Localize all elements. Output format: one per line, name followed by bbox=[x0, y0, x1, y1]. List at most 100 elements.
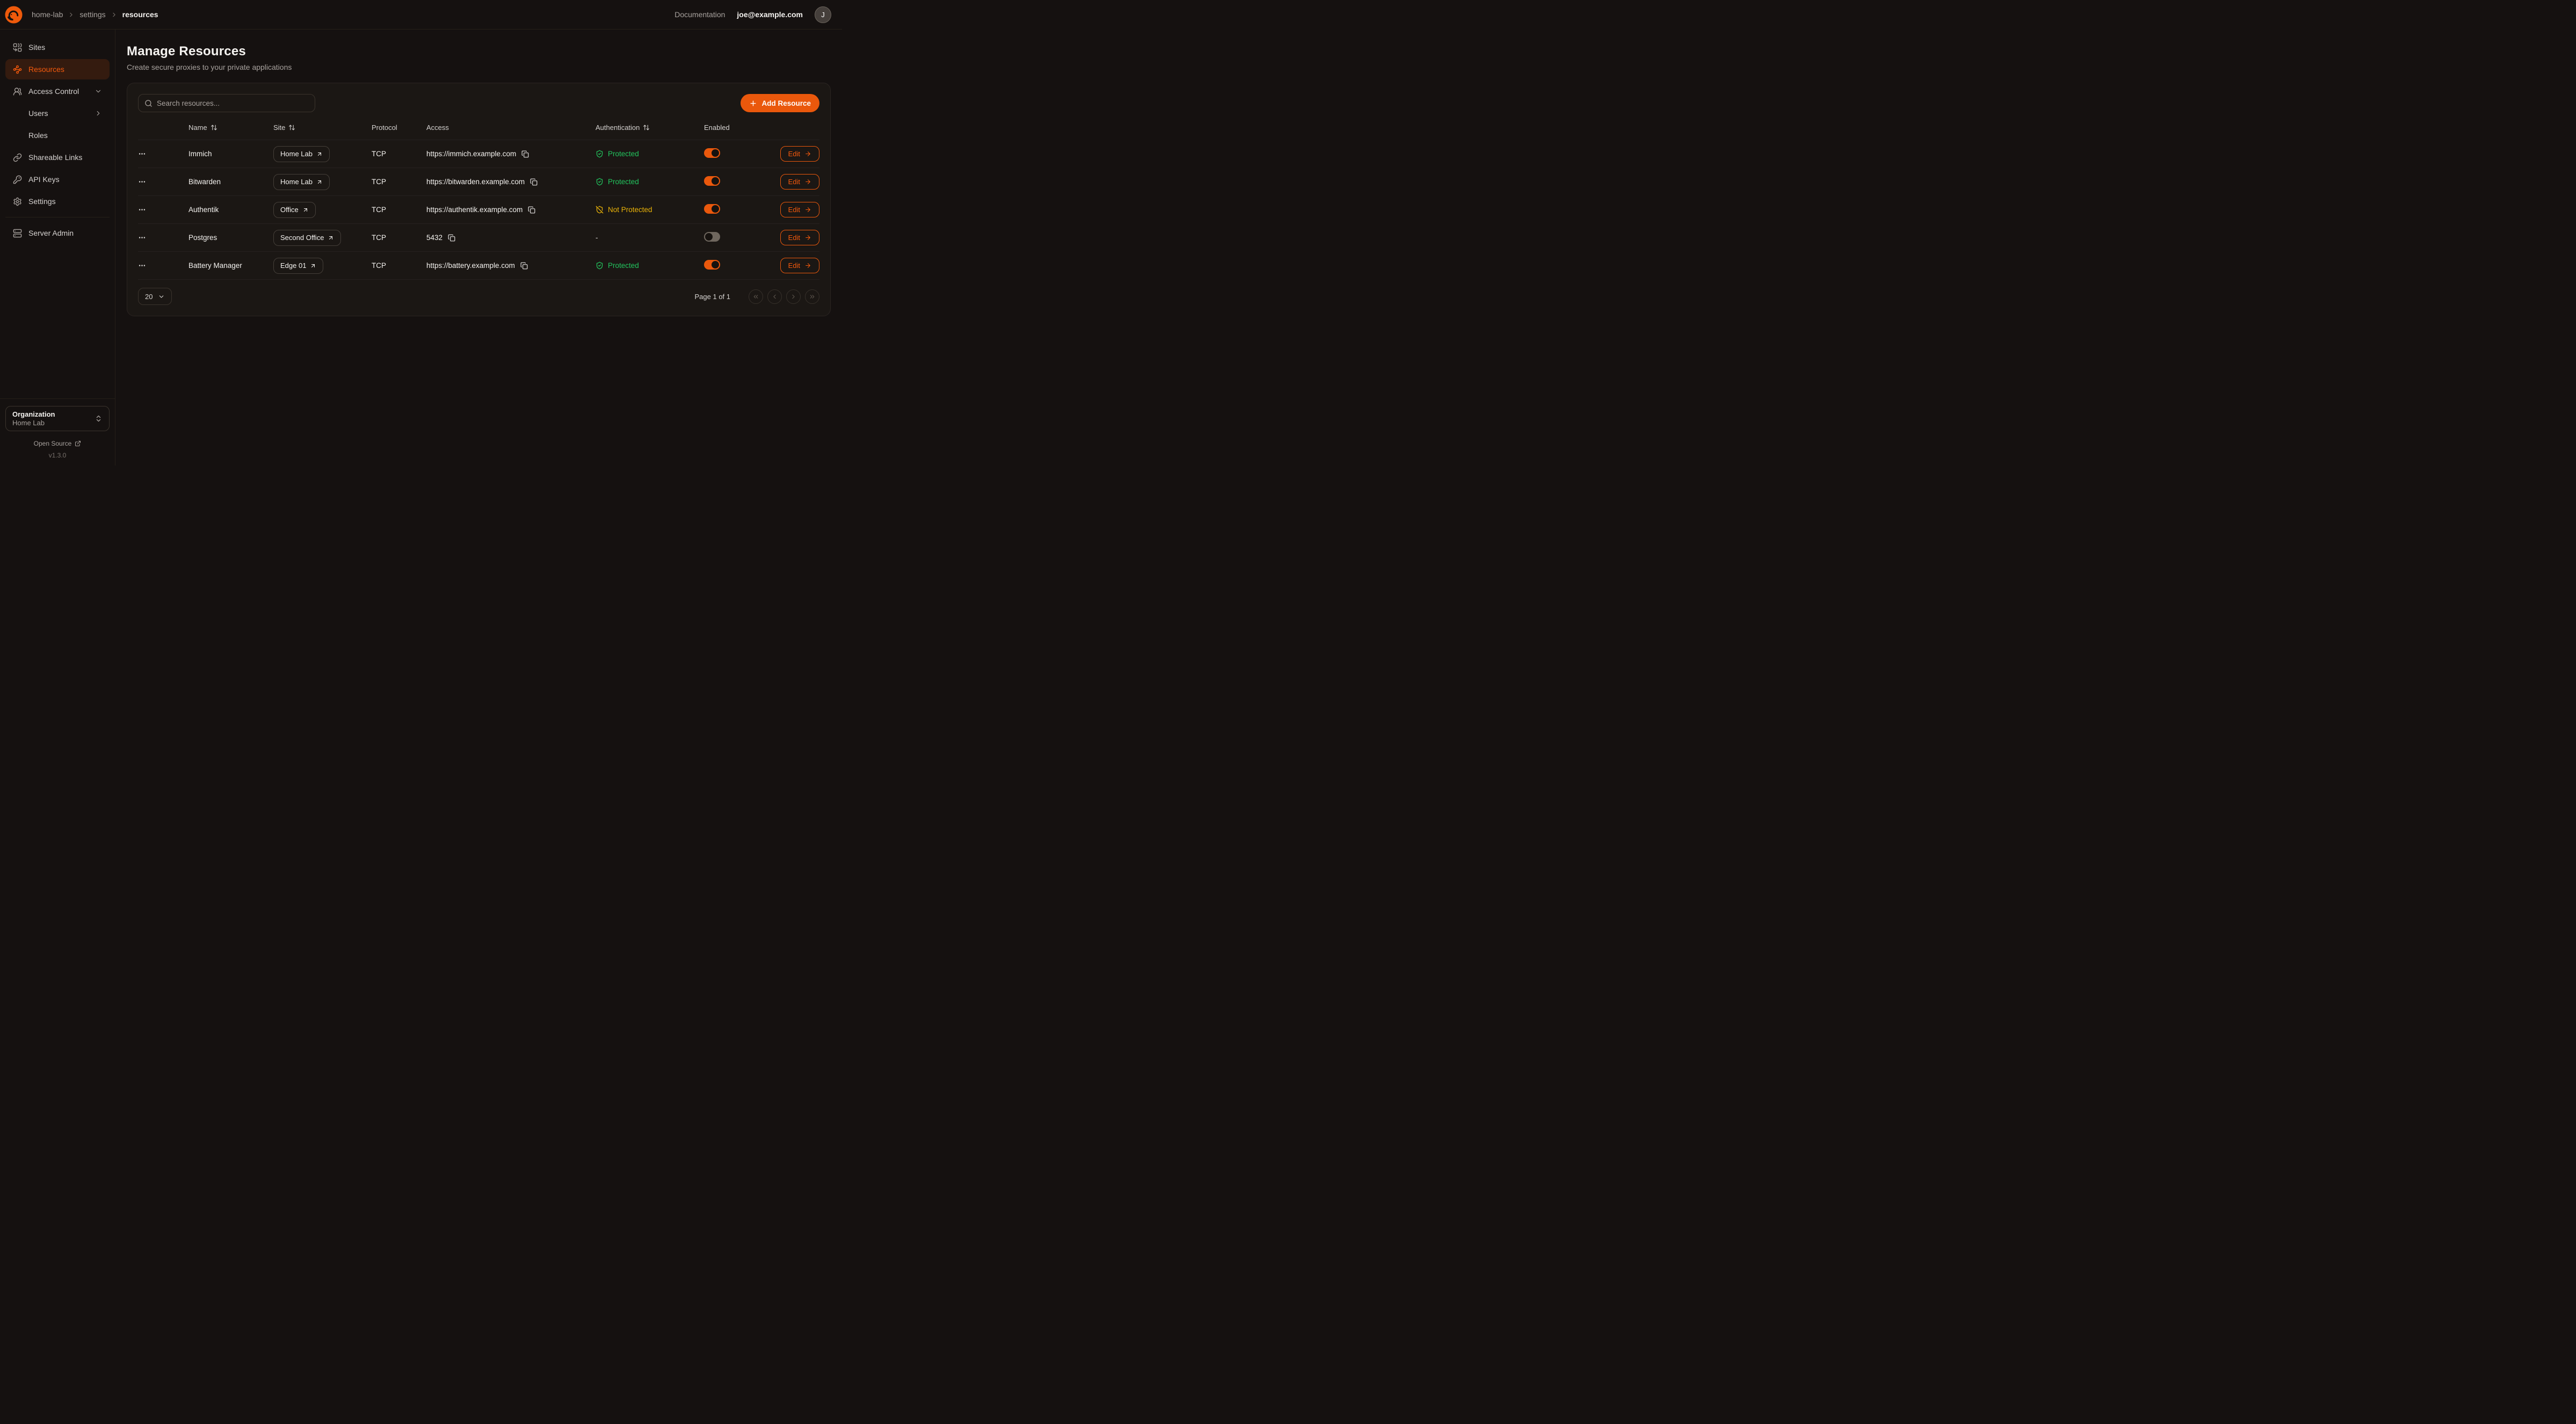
site-link-chip[interactable]: Home Lab bbox=[273, 146, 330, 162]
enabled-toggle[interactable] bbox=[704, 148, 720, 158]
site-link-chip[interactable]: Office bbox=[273, 202, 316, 218]
authentication-label: Protected bbox=[608, 178, 639, 186]
column-header-site[interactable]: Site bbox=[273, 123, 372, 132]
resource-name: Immich bbox=[188, 150, 273, 158]
chevron-right-icon bbox=[111, 11, 118, 18]
last-page-button[interactable] bbox=[805, 289, 819, 304]
enabled-cell bbox=[704, 232, 778, 243]
table-header-row: Name Site Protocol Access bbox=[138, 115, 819, 140]
authentication-label: - bbox=[596, 234, 598, 242]
gear-icon bbox=[13, 197, 22, 206]
copy-button[interactable] bbox=[528, 206, 535, 214]
copy-button[interactable] bbox=[521, 150, 529, 158]
link-icon bbox=[13, 153, 22, 162]
edit-button[interactable]: Edit bbox=[780, 230, 819, 245]
prev-page-button[interactable] bbox=[767, 289, 782, 304]
column-header-name[interactable]: Name bbox=[188, 123, 273, 132]
edit-button[interactable]: Edit bbox=[780, 202, 819, 217]
copy-icon bbox=[528, 206, 535, 214]
page-size-select[interactable]: 20 bbox=[138, 288, 172, 305]
organization-picker-title: Organization bbox=[12, 410, 95, 418]
access-cell: 5432 bbox=[426, 234, 596, 242]
access-url: https://bitwarden.example.com bbox=[426, 178, 525, 186]
sidebar-item-access-control[interactable]: Access Control bbox=[5, 81, 110, 101]
table-row: Immich Home Lab TCP https://immich.examp… bbox=[138, 140, 819, 168]
arrow-up-right-icon bbox=[316, 151, 323, 157]
sidebar-item-users[interactable]: Users bbox=[5, 103, 110, 123]
row-menu-button[interactable] bbox=[138, 178, 188, 186]
copy-button[interactable] bbox=[520, 262, 528, 270]
sidebar-item-roles[interactable]: Roles bbox=[5, 125, 110, 146]
arrow-up-right-icon bbox=[310, 263, 316, 269]
column-header-access: Access bbox=[426, 123, 596, 132]
chevron-left-icon bbox=[771, 293, 778, 300]
sidebar-item-label: Access Control bbox=[28, 87, 88, 96]
site-cell: Home Lab bbox=[273, 146, 372, 162]
site-link-chip[interactable]: Home Lab bbox=[273, 174, 330, 190]
arrow-right-icon bbox=[804, 178, 811, 185]
sidebar-item-resources[interactable]: Resources bbox=[5, 59, 110, 79]
breadcrumb-org[interactable]: home-lab bbox=[32, 10, 63, 19]
enabled-toggle[interactable] bbox=[704, 176, 720, 186]
edit-cell: Edit bbox=[780, 174, 819, 190]
row-menu-button[interactable] bbox=[138, 150, 188, 158]
access-cell: https://authentik.example.com bbox=[426, 206, 596, 214]
site-link-chip[interactable]: Second Office bbox=[273, 230, 341, 246]
copy-button[interactable] bbox=[448, 234, 455, 242]
row-menu-button[interactable] bbox=[138, 261, 188, 270]
topbar: home-lab settings resources Documentatio… bbox=[0, 0, 842, 30]
column-header-authentication[interactable]: Authentication bbox=[596, 123, 704, 132]
access-cell: https://bitwarden.example.com bbox=[426, 178, 596, 186]
site-name: Edge 01 bbox=[280, 261, 306, 270]
page-title: Manage Resources bbox=[127, 44, 831, 59]
table-row: Battery Manager Edge 01 TCP https://batt… bbox=[138, 252, 819, 280]
open-source-link[interactable]: Open Source bbox=[5, 440, 110, 447]
organization-picker[interactable]: Organization Home Lab bbox=[5, 406, 110, 431]
edit-label: Edit bbox=[788, 178, 800, 186]
documentation-link[interactable]: Documentation bbox=[674, 10, 725, 19]
add-resource-button[interactable]: Add Resource bbox=[741, 94, 819, 112]
pangolin-logo-icon[interactable] bbox=[4, 5, 23, 24]
table-row: Bitwarden Home Lab TCP https://bitwarden… bbox=[138, 168, 819, 196]
resource-protocol: TCP bbox=[372, 178, 426, 186]
row-menu-button[interactable] bbox=[138, 234, 188, 242]
search-input[interactable] bbox=[157, 99, 309, 107]
edit-button[interactable]: Edit bbox=[780, 258, 819, 273]
column-label: Site bbox=[273, 123, 285, 132]
column-label: Authentication bbox=[596, 123, 640, 132]
plus-icon bbox=[749, 99, 757, 107]
add-resource-label: Add Resource bbox=[761, 99, 811, 107]
sites-icon bbox=[13, 43, 22, 52]
user-email-menu[interactable]: joe@example.com bbox=[737, 10, 803, 19]
sidebar-item-settings[interactable]: Settings bbox=[5, 191, 110, 212]
edit-label: Edit bbox=[788, 206, 800, 214]
access-url: https://battery.example.com bbox=[426, 261, 515, 270]
chevron-right-icon bbox=[790, 293, 797, 300]
copy-button[interactable] bbox=[530, 178, 538, 186]
enabled-toggle[interactable] bbox=[704, 204, 720, 214]
breadcrumb-settings[interactable]: settings bbox=[79, 10, 105, 19]
avatar[interactable]: J bbox=[815, 6, 831, 23]
copy-icon bbox=[530, 178, 538, 186]
sidebar-item-shareable-links[interactable]: Shareable Links bbox=[5, 147, 110, 168]
sidebar-item-sites[interactable]: Sites bbox=[5, 37, 110, 57]
app-window: home-lab settings resources Documentatio… bbox=[0, 0, 842, 466]
site-link-chip[interactable]: Edge 01 bbox=[273, 258, 323, 274]
first-page-button[interactable] bbox=[749, 289, 763, 304]
sidebar-item-server-admin[interactable]: Server Admin bbox=[5, 223, 110, 243]
chevrons-left-icon bbox=[752, 293, 759, 300]
row-menu-button[interactable] bbox=[138, 206, 188, 214]
chevron-right-icon bbox=[68, 11, 75, 18]
ellipsis-icon bbox=[138, 234, 146, 242]
column-header-protocol: Protocol bbox=[372, 123, 426, 132]
enabled-toggle[interactable] bbox=[704, 260, 720, 270]
edit-label: Edit bbox=[788, 150, 800, 158]
edit-button[interactable]: Edit bbox=[780, 174, 819, 190]
next-page-button[interactable] bbox=[786, 289, 801, 304]
resources-icon bbox=[13, 65, 22, 74]
enabled-toggle[interactable] bbox=[704, 232, 720, 242]
access-url: https://immich.example.com bbox=[426, 150, 516, 158]
sidebar-item-label: Settings bbox=[28, 197, 102, 206]
edit-button[interactable]: Edit bbox=[780, 146, 819, 162]
sidebar-item-api-keys[interactable]: API Keys bbox=[5, 169, 110, 190]
